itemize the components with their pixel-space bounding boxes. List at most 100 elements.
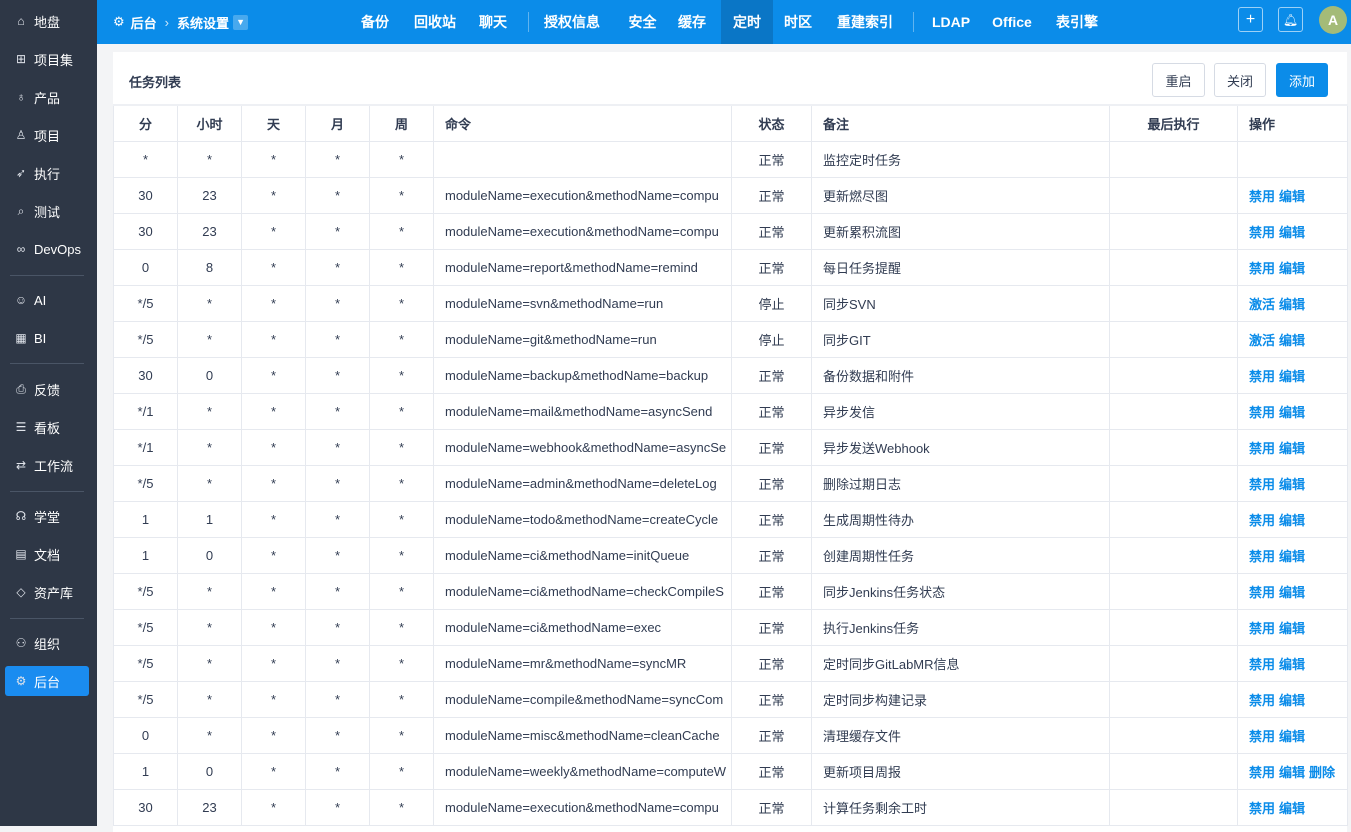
disable-link[interactable]: 禁用: [1249, 621, 1275, 636]
sidebar-item-dashboard[interactable]: ⌂ 地盘: [5, 6, 89, 36]
sidebar-item-product[interactable]: ♁ 产品: [5, 82, 89, 112]
close-button[interactable]: 关闭: [1214, 63, 1266, 97]
disable-link[interactable]: 禁用: [1249, 513, 1275, 528]
breadcrumb-root[interactable]: 后台: [131, 13, 157, 32]
sidebar-item-doc[interactable]: ▤ 文档: [5, 539, 89, 569]
cell-week: *: [369, 284, 434, 322]
add-button[interactable]: 添加: [1276, 63, 1328, 97]
sidebar-divider: [10, 363, 84, 364]
nav-license[interactable]: 授权信息: [538, 0, 606, 44]
cell-remark: 更新燃尽图: [811, 176, 1110, 214]
nav-chat[interactable]: 聊天: [467, 0, 519, 44]
cell-status: 正常: [731, 536, 812, 574]
cell-last-run: [1109, 500, 1238, 538]
edit-link[interactable]: 编辑: [1279, 261, 1305, 276]
disable-link[interactable]: 禁用: [1249, 441, 1275, 456]
sidebar-item-feedback[interactable]: ⎙ 反馈: [5, 374, 89, 404]
cell-week: *: [369, 176, 434, 214]
cell-day: *: [241, 608, 306, 646]
nav-reindex[interactable]: 重建索引: [825, 0, 905, 44]
cell-day: *: [241, 500, 306, 538]
disable-link[interactable]: 禁用: [1249, 405, 1275, 420]
sidebar-item-admin[interactable]: ⚙ 后台: [5, 666, 89, 696]
sidebar-item-asset[interactable]: ◇ 资产库: [5, 577, 89, 607]
nav-trash[interactable]: 回收站: [403, 0, 467, 44]
nav-cache[interactable]: 缓存: [666, 0, 718, 44]
edit-link[interactable]: 编辑: [1279, 621, 1305, 636]
edit-link[interactable]: 编辑: [1279, 765, 1305, 780]
nav-safe[interactable]: 安全: [619, 0, 666, 44]
disable-link[interactable]: 禁用: [1249, 189, 1275, 204]
sidebar-item-team[interactable]: ⚇ 组织: [5, 628, 89, 658]
disable-link[interactable]: 禁用: [1249, 549, 1275, 564]
sidebar-item-workflow[interactable]: ⇄ 工作流: [5, 450, 89, 480]
nav-timezone[interactable]: 时区: [773, 0, 823, 44]
breadcrumb-current[interactable]: 系统设置: [177, 13, 229, 32]
cell-last-run: [1109, 356, 1238, 394]
nav-office[interactable]: Office: [980, 0, 1044, 44]
nav-cron[interactable]: 定时: [721, 0, 773, 44]
cell-day: *: [241, 140, 306, 178]
disable-link[interactable]: 禁用: [1249, 369, 1275, 384]
chevron-down-icon[interactable]: ▼: [233, 14, 249, 30]
disable-link[interactable]: 禁用: [1249, 693, 1275, 708]
edit-link[interactable]: 编辑: [1279, 225, 1305, 240]
sidebar-item-label: 后台: [34, 674, 61, 690]
plus-icon[interactable]: +: [1238, 7, 1263, 32]
cell-week: *: [369, 500, 434, 538]
edit-link[interactable]: 编辑: [1279, 585, 1305, 600]
disable-link[interactable]: 禁用: [1249, 765, 1275, 780]
cell-week: *: [369, 248, 434, 286]
sidebar-item-school[interactable]: ☊ 学堂: [5, 501, 89, 531]
nav-backup[interactable]: 备份: [357, 0, 393, 44]
delete-link[interactable]: 删除: [1309, 765, 1335, 780]
sidebar-item-program[interactable]: ⊞ 项目集: [5, 44, 89, 74]
sidebar-item-project[interactable]: ♙ 项目: [5, 120, 89, 150]
edit-link[interactable]: 编辑: [1279, 297, 1305, 312]
nav-ldap[interactable]: LDAP: [922, 0, 980, 44]
edit-link[interactable]: 编辑: [1279, 189, 1305, 204]
disable-link[interactable]: 禁用: [1249, 261, 1275, 276]
sidebar-item-kanban[interactable]: ☰ 看板: [5, 412, 89, 442]
activate-link[interactable]: 激活: [1249, 333, 1275, 348]
disable-link[interactable]: 禁用: [1249, 585, 1275, 600]
cell-minute: 0: [113, 248, 178, 286]
sidebar-item-ai[interactable]: ☺ AI: [5, 285, 89, 315]
disable-link[interactable]: 禁用: [1249, 729, 1275, 744]
restart-button[interactable]: 重启: [1152, 63, 1205, 97]
edit-link[interactable]: 编辑: [1279, 477, 1305, 492]
bell-icon[interactable]: 🔔︎: [1278, 7, 1303, 32]
cell-minute: */5: [113, 644, 178, 682]
edit-link[interactable]: 编辑: [1279, 513, 1305, 528]
cell-command: moduleName=weekly&methodName=computeW: [433, 752, 732, 790]
disable-link[interactable]: 禁用: [1249, 801, 1275, 816]
cell-hour: *: [177, 716, 242, 754]
cell-month: *: [305, 392, 370, 430]
edit-link[interactable]: 编辑: [1279, 693, 1305, 708]
edit-link[interactable]: 编辑: [1279, 657, 1305, 672]
edit-link[interactable]: 编辑: [1279, 405, 1305, 420]
edit-link[interactable]: 编辑: [1279, 369, 1305, 384]
edit-link[interactable]: 编辑: [1279, 441, 1305, 456]
activate-link[interactable]: 激活: [1249, 297, 1275, 312]
cell-remark: 备份数据和附件: [811, 356, 1110, 394]
edit-link[interactable]: 编辑: [1279, 729, 1305, 744]
disable-link[interactable]: 禁用: [1249, 477, 1275, 492]
sidebar-item-devops[interactable]: ∞ DevOps: [5, 234, 89, 264]
cell-status: 正常: [731, 716, 812, 754]
cell-week: *: [369, 716, 434, 754]
nav-table-engine[interactable]: 表引擎: [1044, 0, 1110, 44]
sidebar-item-execution[interactable]: ➶ 执行: [5, 158, 89, 188]
cell-minute: */1: [113, 428, 178, 466]
edit-link[interactable]: 编辑: [1279, 801, 1305, 816]
edit-link[interactable]: 编辑: [1279, 549, 1305, 564]
edit-link[interactable]: 编辑: [1279, 333, 1305, 348]
cell-status: 正常: [731, 500, 812, 538]
sidebar-item-qa[interactable]: ⌕ 测试: [5, 196, 89, 226]
disable-link[interactable]: 禁用: [1249, 657, 1275, 672]
disable-link[interactable]: 禁用: [1249, 225, 1275, 240]
sidebar-item-bi[interactable]: ▦ BI: [5, 323, 89, 353]
avatar[interactable]: A: [1319, 6, 1347, 34]
cell-command: moduleName=execution&methodName=compu: [433, 788, 732, 826]
cell-actions: 禁用 编辑: [1237, 428, 1348, 466]
